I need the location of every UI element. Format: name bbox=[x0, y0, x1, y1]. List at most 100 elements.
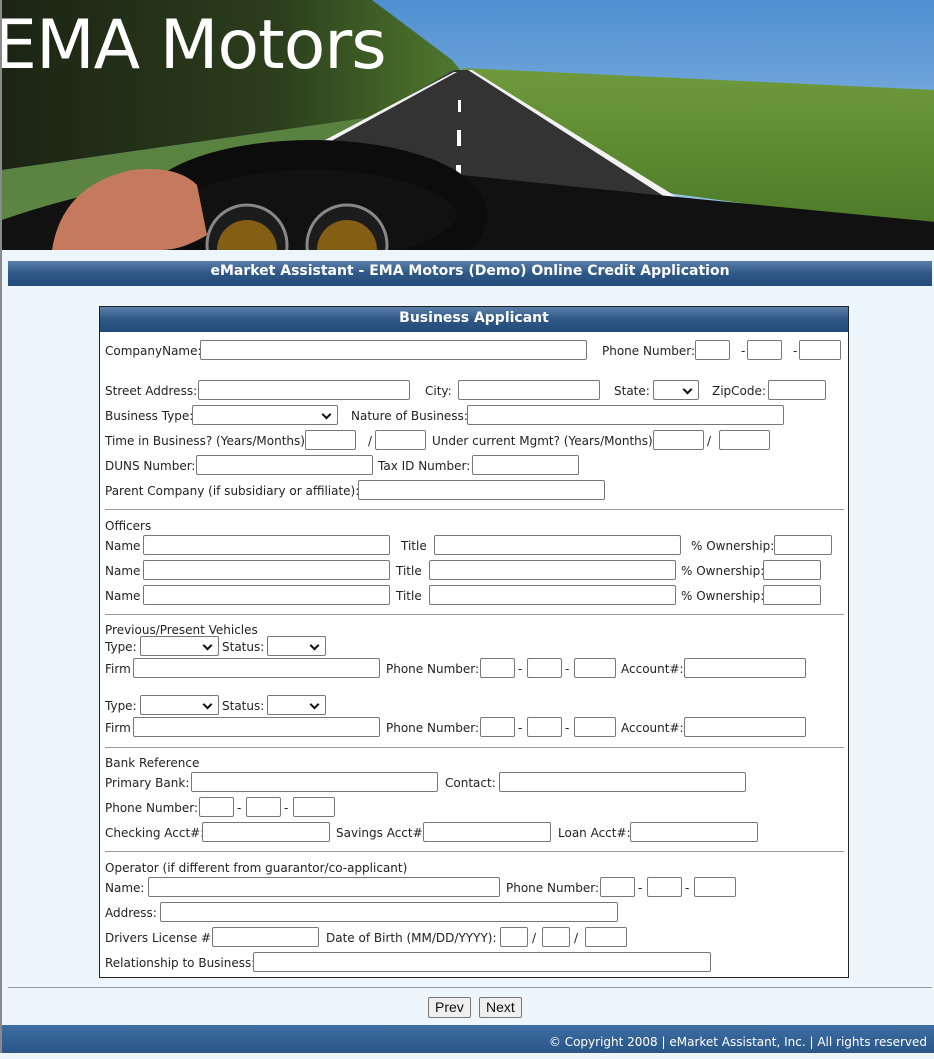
operator-address-input[interactable] bbox=[160, 902, 618, 922]
company-name-label: CompanyName: bbox=[105, 344, 202, 358]
business-type-label: Business Type: bbox=[105, 409, 194, 423]
vehicle-1-type-select[interactable] bbox=[140, 636, 219, 656]
current-mgmt-label: Under current Mgmt? (Years/Months): bbox=[432, 434, 657, 448]
operator-phone-line-input[interactable] bbox=[694, 877, 736, 897]
officer-2-title-input[interactable] bbox=[429, 560, 676, 580]
officer-1-title-input[interactable] bbox=[434, 535, 681, 555]
bank-phone-line-input[interactable] bbox=[293, 797, 335, 817]
street-address-label: Street Address: bbox=[105, 384, 198, 398]
officer-3-name-input[interactable] bbox=[143, 585, 390, 605]
operator-name-input[interactable] bbox=[148, 877, 500, 897]
vehicle-2-type-label: Type: bbox=[105, 699, 137, 713]
time-in-business-months-input[interactable] bbox=[375, 430, 426, 450]
zipcode-label: ZipCode: bbox=[712, 384, 766, 398]
phone-separator: - bbox=[793, 344, 798, 358]
vehicle-1-status-select[interactable] bbox=[267, 636, 326, 656]
business-type-select[interactable] bbox=[192, 405, 338, 425]
company-phone-line-input[interactable] bbox=[799, 340, 841, 360]
bank-phone-label: Phone Number: bbox=[105, 801, 199, 815]
state-select[interactable] bbox=[653, 380, 699, 400]
vehicle-1-account-label: Account#: bbox=[621, 662, 684, 676]
page-title: eMarket Assistant - EMA Motors (Demo) On… bbox=[8, 261, 932, 286]
phone-separator: - bbox=[565, 662, 570, 676]
phone-separator: - bbox=[237, 801, 242, 815]
state-label: State: bbox=[614, 384, 650, 398]
officer-3-title-label: Title bbox=[396, 589, 422, 603]
loan-acct-input[interactable] bbox=[630, 822, 758, 842]
savings-acct-input[interactable] bbox=[423, 822, 551, 842]
vehicle-2-status-select[interactable] bbox=[267, 695, 326, 715]
vehicle-2-phone-line-input[interactable] bbox=[574, 717, 616, 737]
phone-separator: - bbox=[565, 721, 570, 735]
dob-day-input[interactable] bbox=[542, 927, 570, 947]
next-button[interactable]: Next bbox=[479, 997, 522, 1018]
operator-phone-area-input[interactable] bbox=[600, 877, 635, 897]
officer-3-ownership-input[interactable] bbox=[763, 585, 821, 605]
current-mgmt-years-input[interactable] bbox=[653, 430, 704, 450]
officer-2-name-input[interactable] bbox=[143, 560, 390, 580]
vehicle-1-status-label: Status: bbox=[222, 640, 265, 654]
section-divider bbox=[105, 747, 844, 748]
prev-button[interactable]: Prev bbox=[428, 997, 471, 1018]
officer-3-name-label: Name bbox=[105, 589, 141, 603]
officer-3-title-input[interactable] bbox=[429, 585, 676, 605]
company-name-input[interactable] bbox=[200, 340, 587, 360]
vehicle-2-phone-prefix-input[interactable] bbox=[527, 717, 562, 737]
current-mgmt-months-input[interactable] bbox=[719, 430, 770, 450]
drivers-license-label: Drivers License #: bbox=[105, 931, 216, 945]
dob-year-input[interactable] bbox=[585, 927, 627, 947]
vehicle-2-phone-label: Phone Number: bbox=[386, 721, 480, 735]
company-phone-prefix-input[interactable] bbox=[747, 340, 782, 360]
vehicle-2-firm-input[interactable] bbox=[133, 717, 380, 737]
header-banner: EMA Motors bbox=[2, 0, 934, 250]
vehicle-1-account-input[interactable] bbox=[684, 658, 806, 678]
nature-of-business-input[interactable] bbox=[467, 405, 784, 425]
business-applicant-form: Business Applicant CompanyName: Phone Nu… bbox=[99, 306, 849, 978]
slash-separator: / bbox=[574, 931, 579, 945]
savings-acct-label: Savings Acct#: bbox=[336, 826, 427, 840]
time-in-business-years-input[interactable] bbox=[305, 430, 356, 450]
vehicle-1-type-label: Type: bbox=[105, 640, 137, 654]
vehicle-1-phone-area-input[interactable] bbox=[480, 658, 515, 678]
duns-number-input[interactable] bbox=[196, 455, 373, 475]
phone-separator: - bbox=[284, 801, 289, 815]
time-in-business-label: Time in Business? (Years/Months): bbox=[105, 434, 310, 448]
primary-bank-label: Primary Bank: bbox=[105, 776, 190, 790]
parent-company-input[interactable] bbox=[358, 480, 605, 500]
vehicle-1-phone-line-input[interactable] bbox=[574, 658, 616, 678]
vehicle-1-phone-prefix-input[interactable] bbox=[527, 658, 562, 678]
operator-address-label: Address: bbox=[105, 906, 157, 920]
vehicle-2-status-label: Status: bbox=[222, 699, 265, 713]
vehicle-1-firm-input[interactable] bbox=[133, 658, 380, 678]
officer-1-name-input[interactable] bbox=[143, 535, 390, 555]
relationship-input[interactable] bbox=[253, 952, 711, 972]
operator-phone-prefix-input[interactable] bbox=[647, 877, 682, 897]
bank-phone-prefix-input[interactable] bbox=[246, 797, 281, 817]
vehicle-1-phone-label: Phone Number: bbox=[386, 662, 480, 676]
duns-number-label: DUNS Number: bbox=[105, 459, 196, 473]
officer-2-ownership-input[interactable] bbox=[763, 560, 821, 580]
officer-1-ownership-input[interactable] bbox=[774, 535, 832, 555]
zipcode-input[interactable] bbox=[768, 380, 826, 400]
operator-heading: Operator (if different from guarantor/co… bbox=[105, 861, 408, 875]
checking-acct-label: Checking Acct#: bbox=[105, 826, 205, 840]
tax-id-label: Tax ID Number: bbox=[378, 459, 471, 473]
bank-reference-heading: Bank Reference bbox=[105, 756, 200, 770]
company-phone-area-input[interactable] bbox=[695, 340, 730, 360]
vehicle-1-firm-label: Firm bbox=[105, 662, 131, 676]
drivers-license-input[interactable] bbox=[212, 927, 319, 947]
dob-month-input[interactable] bbox=[500, 927, 528, 947]
tax-id-input[interactable] bbox=[472, 455, 579, 475]
bank-contact-input[interactable] bbox=[499, 772, 746, 792]
section-divider bbox=[105, 614, 844, 615]
loan-acct-label: Loan Acct#: bbox=[558, 826, 631, 840]
primary-bank-input[interactable] bbox=[191, 772, 438, 792]
bank-phone-area-input[interactable] bbox=[199, 797, 234, 817]
phone-separator: - bbox=[518, 662, 523, 676]
vehicle-2-phone-area-input[interactable] bbox=[480, 717, 515, 737]
vehicle-2-account-input[interactable] bbox=[684, 717, 806, 737]
city-input[interactable] bbox=[458, 380, 600, 400]
checking-acct-input[interactable] bbox=[202, 822, 330, 842]
street-address-input[interactable] bbox=[198, 380, 410, 400]
vehicle-2-type-select[interactable] bbox=[140, 695, 219, 715]
